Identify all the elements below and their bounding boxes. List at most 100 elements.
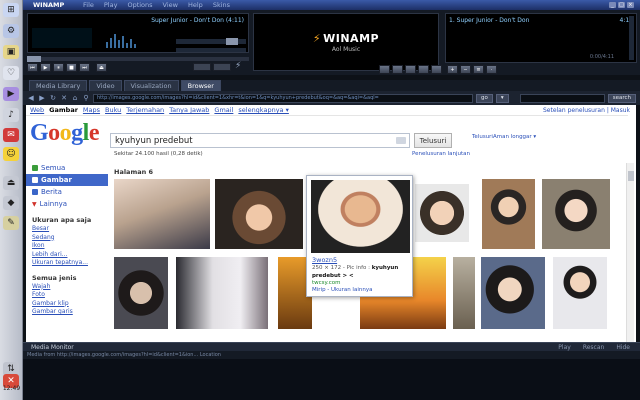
lightning-icon[interactable]: ⚡: [235, 61, 241, 71]
size-exact-link[interactable]: Ukuran tepatnya...: [32, 259, 108, 268]
tab-video[interactable]: Video: [89, 80, 122, 91]
play-icon[interactable]: ▶: [40, 63, 51, 72]
menu-file[interactable]: File: [83, 1, 94, 9]
image-preview-tooltip[interactable]: 3wozn5 250 × 172 - Pic info : kyuhyun pr…: [306, 175, 413, 297]
maximize-icon[interactable]: □: [618, 2, 625, 8]
monitor-rescan-button[interactable]: Rescan: [583, 344, 605, 351]
panel-button[interactable]: [405, 65, 416, 74]
minimize-icon[interactable]: _: [609, 2, 616, 8]
search-button[interactable]: Telusuri: [414, 133, 452, 148]
google-logo[interactable]: Google: [30, 120, 100, 147]
previous-icon[interactable]: ⏮: [27, 63, 38, 72]
monitor-hide-button[interactable]: Hide: [616, 344, 630, 351]
music-icon[interactable]: ♪: [3, 108, 19, 122]
image-result[interactable]: [114, 257, 168, 329]
tab-browser[interactable]: Browser: [180, 80, 221, 91]
eject-icon[interactable]: ⏏: [3, 176, 19, 190]
size-larger-than-link[interactable]: Lebih dari...: [32, 251, 108, 260]
preview-title-link[interactable]: 3wozn5: [312, 256, 337, 264]
image-result[interactable]: [215, 179, 303, 249]
playlist-item[interactable]: 1. Super Junior - Don't Don 4:11: [449, 17, 633, 24]
image-result[interactable]: [453, 257, 475, 329]
nav-link-books[interactable]: Buku: [105, 106, 121, 114]
preview-image[interactable]: [311, 180, 410, 253]
nav-link-answers[interactable]: Tanya Jawab: [169, 106, 209, 114]
search-input[interactable]: kyuhyun predebut: [110, 133, 410, 148]
sidebar-item-news[interactable]: Berita: [26, 186, 108, 198]
menu-options[interactable]: Options: [127, 1, 152, 9]
sidebar-item-all[interactable]: Semua: [26, 162, 108, 174]
tool-icon[interactable]: ✎: [3, 216, 19, 230]
misc-icon[interactable]: ·: [486, 65, 497, 74]
menu-help[interactable]: Help: [188, 1, 203, 9]
nav-link-web[interactable]: Web: [30, 106, 44, 114]
panel-button[interactable]: [431, 65, 442, 74]
nav-link-translate[interactable]: Terjemahan: [126, 106, 164, 114]
type-clipart-link[interactable]: Gambar klip: [32, 300, 108, 309]
seek-bar[interactable]: [27, 56, 249, 62]
safesearch-dropdown[interactable]: TelusuriAman longgar ▾: [472, 134, 536, 140]
repeat-button[interactable]: [213, 63, 231, 71]
preview-similar-links[interactable]: Mirip - Ukuran lainnya: [312, 287, 372, 293]
go-button[interactable]: go: [476, 93, 493, 103]
sidebar-item-images[interactable]: Gambar: [26, 174, 108, 186]
forward-icon[interactable]: ▶: [38, 94, 46, 102]
time-display[interactable]: [32, 28, 92, 48]
type-lineart-link[interactable]: Gambar garis: [32, 308, 108, 317]
select-icon[interactable]: ≡: [473, 65, 484, 74]
back-icon[interactable]: ◀: [27, 94, 35, 102]
pause-icon[interactable]: ⏸: [53, 63, 64, 72]
nav-dropdown-button[interactable]: ▾: [495, 93, 509, 103]
start-icon[interactable]: ⊞: [3, 3, 19, 17]
stop-icon[interactable]: ■: [66, 63, 77, 72]
seek-knob[interactable]: [27, 56, 41, 62]
advanced-search-link[interactable]: Penelusuran lanjutan: [412, 151, 470, 157]
window-titlebar[interactable]: WINAMP File Play Options View Help Skins…: [23, 0, 640, 10]
menu-skins[interactable]: Skins: [213, 1, 230, 9]
volume-knob[interactable]: [226, 38, 238, 45]
type-photo-link[interactable]: Foto: [32, 291, 108, 300]
menu-view[interactable]: View: [163, 1, 178, 9]
image-result[interactable]: [553, 257, 607, 329]
nav-link-more[interactable]: selengkapnya ▾: [238, 106, 288, 114]
remove-icon[interactable]: −: [460, 65, 471, 74]
keyboard-icon[interactable]: [396, 137, 406, 144]
panel-button[interactable]: [379, 65, 390, 74]
url-field[interactable]: http://images.google.com/images?hl=id&cl…: [93, 93, 473, 103]
size-icon-link[interactable]: Ikon: [32, 242, 108, 251]
type-face-link[interactable]: Wajah: [32, 283, 108, 292]
next-icon[interactable]: ⏭: [79, 63, 90, 72]
refresh-icon[interactable]: ↻: [49, 94, 57, 102]
search-icon[interactable]: ⚲: [82, 94, 90, 102]
page-scrollbar[interactable]: [626, 163, 634, 343]
shield-icon[interactable]: ◆: [3, 196, 19, 210]
browser-search-button[interactable]: search: [607, 93, 636, 103]
balance-slider[interactable]: [176, 48, 246, 52]
add-icon[interactable]: +: [447, 65, 458, 74]
panel-button[interactable]: [418, 65, 429, 74]
panel-button[interactable]: [392, 65, 403, 74]
size-large-link[interactable]: Besar: [32, 225, 108, 234]
eject-button-icon[interactable]: ⏏: [96, 63, 107, 72]
home-icon[interactable]: ⌂: [71, 94, 79, 102]
monitor-play-button[interactable]: Play: [558, 344, 571, 351]
close-icon[interactable]: ×: [627, 2, 634, 8]
account-links[interactable]: Setelan penelusuran | Masuk: [543, 107, 630, 114]
nav-link-images[interactable]: Gambar: [49, 106, 78, 114]
image-result[interactable]: [176, 257, 268, 329]
folder-icon[interactable]: ▣: [3, 45, 19, 59]
volume-slider[interactable]: [176, 38, 246, 45]
smiley-icon[interactable]: ☺: [3, 147, 19, 161]
scroll-thumb[interactable]: [628, 171, 634, 181]
mail-icon[interactable]: ✉: [3, 128, 19, 142]
shuffle-button[interactable]: [193, 63, 211, 71]
settings-icon[interactable]: ⚙: [3, 24, 19, 38]
menu-play[interactable]: Play: [104, 1, 118, 9]
image-result[interactable]: [114, 179, 210, 249]
heart-icon[interactable]: ♡: [3, 66, 19, 80]
tab-media-library[interactable]: Media Library: [29, 80, 88, 91]
browser-search-input[interactable]: [519, 93, 605, 103]
image-result[interactable]: [481, 257, 545, 329]
image-result[interactable]: [415, 184, 469, 242]
bookmark-icon[interactable]: ▶: [3, 87, 19, 101]
